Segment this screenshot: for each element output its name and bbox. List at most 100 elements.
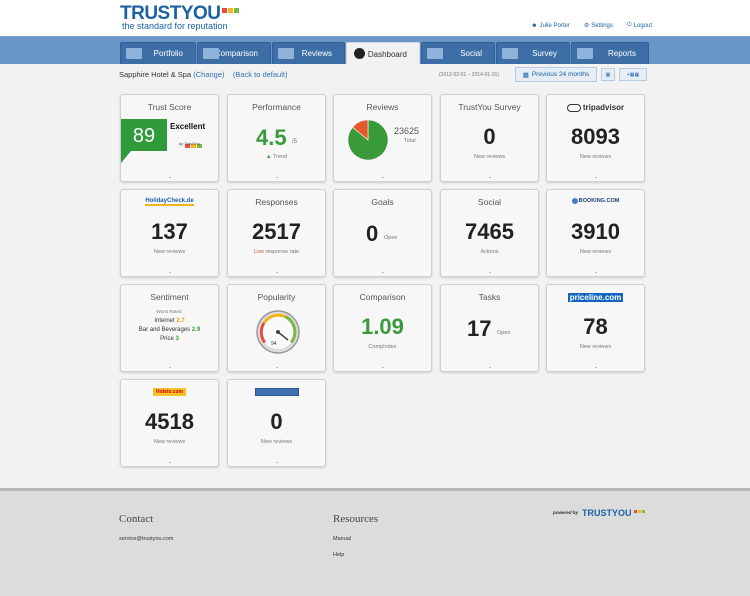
- social-tile[interactable]: Social 7465 Actions: [440, 189, 539, 277]
- logout-link[interactable]: ⏻ Logout: [627, 22, 652, 29]
- tab-dashboard[interactable]: Dashboard: [346, 42, 420, 65]
- mini-logo-icon: [183, 135, 203, 148]
- logo-square-yellow: [227, 8, 233, 13]
- contact-email[interactable]: service@trustyou.com: [119, 536, 174, 542]
- tab-survey[interactable]: Survey: [496, 42, 570, 64]
- sentiment-list: Internet 2.7 Bar and Beverages 2.9 Price…: [121, 317, 218, 344]
- manual-link[interactable]: Manual: [333, 536, 351, 542]
- holidaycheck-label: New reviews: [153, 249, 186, 255]
- responses-rate: Low response rate: [228, 249, 325, 255]
- user-link[interactable]: ☻ Julie Porter: [531, 22, 570, 29]
- other-source-value: 0: [270, 409, 283, 434]
- tile-dot: [595, 272, 597, 273]
- booking-brand: BOOKING.COM: [578, 198, 620, 204]
- gear-icon: ⚙: [583, 23, 590, 29]
- period-button[interactable]: ▦ Previous 24 months: [515, 67, 597, 82]
- responses-tile[interactable]: Responses 2517 Low response rate: [227, 189, 326, 277]
- responses-value: 2517: [252, 219, 301, 244]
- footer-logo-text: TRUSTYOU: [582, 508, 632, 518]
- tripadvisor-tile[interactable]: tripadvisor 8093 New reviews: [546, 94, 645, 182]
- period-label: Previous 24 months: [531, 71, 590, 78]
- category-name: Price: [160, 336, 174, 342]
- tile-title: Goals: [371, 197, 394, 207]
- tab-label: Reviews: [301, 49, 332, 58]
- resources-heading: Resources: [333, 513, 379, 525]
- popularity-tile[interactable]: Popularity 94: [227, 284, 326, 372]
- category-score: 2.9: [191, 327, 201, 333]
- category-score: 3: [175, 336, 179, 342]
- tile-dot: [169, 177, 171, 178]
- trust-score-tile[interactable]: Trust Score 89 Excellent by TrustYou: [120, 94, 219, 182]
- social-label: Actions: [480, 249, 499, 255]
- holidaycheck-value: 137: [151, 219, 188, 244]
- reviews-tile[interactable]: Reviews 23625 Total: [333, 94, 432, 182]
- tile-dot: [169, 462, 171, 463]
- power-icon: ⏻: [626, 22, 632, 28]
- other-source-label: New reviews: [260, 439, 293, 445]
- sentiment-row: Bar and Beverages 2.9: [121, 326, 218, 335]
- globe-icon: [571, 198, 578, 204]
- tab-reviews[interactable]: Reviews: [272, 42, 345, 64]
- sentiment-tile[interactable]: Sentiment Worst Rated: Internet 2.7 Bar …: [120, 284, 219, 372]
- tile-title: Social: [477, 197, 502, 207]
- category-score: 2.7: [176, 318, 185, 324]
- booking-tile[interactable]: BOOKING.COM 3910 New reviews: [546, 189, 645, 277]
- help-link[interactable]: Help: [333, 552, 344, 558]
- back-to-default-link[interactable]: (Back to default): [233, 70, 288, 79]
- tile-dot: [595, 177, 597, 178]
- performance-tile[interactable]: Performance 4.5 /5 ▲ Trend: [227, 94, 326, 182]
- category-name: Internet: [154, 318, 175, 324]
- priceline-tile[interactable]: priceline.com 78 New reviews: [546, 284, 645, 372]
- tasks-tile[interactable]: Tasks 17 Open: [440, 284, 539, 372]
- tab-reports[interactable]: Reports: [571, 42, 649, 64]
- booking-label: New reviews: [579, 249, 612, 255]
- change-hotel-link[interactable]: (Change): [193, 70, 224, 79]
- popularity-gauge: [256, 310, 300, 354]
- hotels-value: 4518: [145, 409, 194, 434]
- low-label: Low: [253, 249, 264, 255]
- tasks-label: Open: [497, 330, 511, 336]
- dashboard-icon: [354, 48, 365, 59]
- table-view-button[interactable]: ▦: [601, 68, 615, 81]
- tile-title: TrustYou Survey: [458, 102, 521, 112]
- calendar-icon: ▦: [522, 71, 529, 79]
- tripadvisor-value: 8093: [571, 124, 620, 149]
- goals-value: 0: [366, 221, 379, 246]
- hotels-tile[interactable]: Hotels.com 4518 New reviews: [120, 379, 219, 467]
- trust-score-value: 89: [132, 125, 156, 147]
- category-name: Bar and Beverages: [138, 327, 191, 333]
- powered-by-label: powered by: [553, 510, 579, 515]
- tile-title: Responses: [255, 197, 298, 207]
- other-source-logo: [228, 388, 325, 396]
- table-icon: ▦: [605, 71, 611, 78]
- social-value: 7465: [465, 219, 514, 244]
- tab-comparison[interactable]: Comparison: [197, 42, 271, 64]
- holidaycheck-tile[interactable]: HolidayCheck.de 137 New reviews: [120, 189, 219, 277]
- source-logo-icon: [254, 388, 299, 396]
- trend-indicator: ▲ Trend: [228, 154, 325, 160]
- logo-square-green: [642, 510, 646, 513]
- survey-tile[interactable]: TrustYou Survey 0 New reviews: [440, 94, 539, 182]
- survey-label: New reviews: [473, 154, 506, 160]
- user-nav: ☻ Julie Porter ⚙ Settings ⏻ Logout: [531, 22, 652, 29]
- tab-label: Portfolio: [153, 49, 183, 58]
- booking-logo: BOOKING.COM: [547, 198, 644, 204]
- tab-portfolio[interactable]: Portfolio: [120, 42, 196, 64]
- goals-tile[interactable]: Goals 0 Open: [333, 189, 432, 277]
- reviews-total: 23625: [394, 126, 420, 136]
- other-source-tile[interactable]: 0 New reviews: [227, 379, 326, 467]
- comparison-label: CompIndex: [368, 344, 397, 350]
- goals-label: Open: [384, 235, 398, 241]
- tile-title: Trust Score: [147, 102, 192, 112]
- comparison-tile[interactable]: Comparison 1.09 CompIndex: [333, 284, 432, 372]
- trend-up-icon: ▲: [265, 154, 272, 160]
- tab-social[interactable]: Social: [421, 42, 495, 64]
- chat-icon: [427, 48, 443, 59]
- owl-icon: [566, 103, 581, 112]
- settings-link[interactable]: ⚙ Settings: [583, 22, 613, 30]
- main-nav: Portfolio Comparison Reviews Dashboard S…: [0, 36, 750, 65]
- performance-value: 4.5: [256, 125, 287, 150]
- add-widget-button[interactable]: +▦▦: [619, 68, 647, 81]
- booking-value: 3910: [571, 219, 620, 244]
- tile-dot: [276, 462, 278, 463]
